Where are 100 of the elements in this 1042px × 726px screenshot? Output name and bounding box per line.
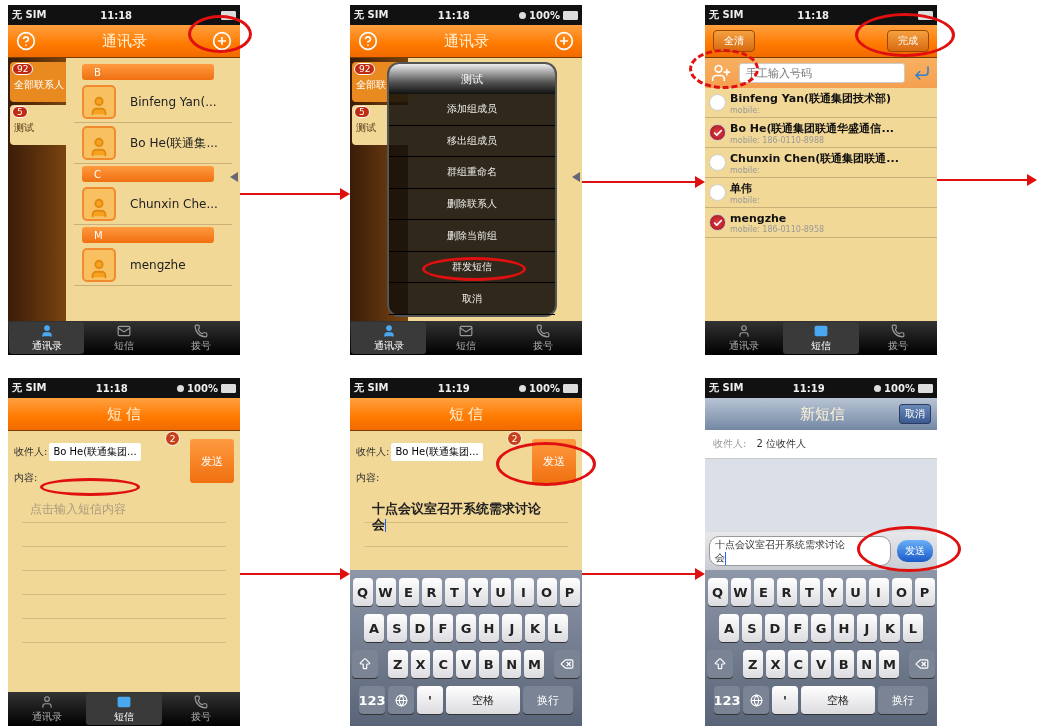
key[interactable]: I bbox=[513, 578, 534, 606]
help-icon[interactable] bbox=[358, 31, 378, 51]
key[interactable]: Q bbox=[707, 578, 728, 606]
key[interactable]: N bbox=[856, 650, 877, 678]
key[interactable]: U bbox=[845, 578, 866, 606]
key[interactable]: R bbox=[421, 578, 442, 606]
return-key[interactable]: 换行 bbox=[878, 686, 928, 714]
space-key[interactable]: 空格 bbox=[446, 686, 520, 714]
menu-item[interactable]: 移出组成员 bbox=[389, 125, 555, 158]
key[interactable]: H bbox=[834, 614, 854, 642]
globe-key[interactable] bbox=[388, 686, 414, 714]
cancel-button[interactable]: 取消 bbox=[899, 404, 931, 424]
contact-row[interactable]: Binfeng Yan(联通集团技术部) mobile: bbox=[705, 88, 937, 118]
key[interactable]: ' bbox=[772, 686, 798, 714]
menu-item[interactable]: 取消 bbox=[389, 283, 555, 316]
key[interactable]: K bbox=[525, 614, 545, 642]
key[interactable]: N bbox=[501, 650, 522, 678]
key[interactable]: J bbox=[502, 614, 522, 642]
key[interactable]: B bbox=[478, 650, 499, 678]
key[interactable]: Z bbox=[387, 650, 408, 678]
key[interactable]: S bbox=[387, 614, 407, 642]
delete-key[interactable] bbox=[909, 650, 935, 678]
menu-item[interactable]: 群发短信 bbox=[389, 251, 555, 284]
message-field[interactable]: 十点会议室召开系统需求讨论会 bbox=[709, 536, 891, 566]
key[interactable]: G bbox=[811, 614, 831, 642]
tab[interactable]: 通讯录 bbox=[351, 322, 427, 354]
key[interactable]: M bbox=[524, 650, 545, 678]
shift-key[interactable] bbox=[707, 650, 733, 678]
delete-key[interactable] bbox=[554, 650, 580, 678]
group-tab[interactable]: 92 全部联系人 bbox=[10, 62, 66, 102]
checkbox[interactable] bbox=[709, 124, 726, 141]
contact-row[interactable]: 单伟 mobile: bbox=[705, 178, 937, 208]
key[interactable]: U bbox=[490, 578, 511, 606]
shift-key[interactable] bbox=[352, 650, 378, 678]
checkbox[interactable] bbox=[709, 94, 726, 111]
key[interactable]: Y bbox=[822, 578, 843, 606]
key[interactable]: R bbox=[776, 578, 797, 606]
key[interactable]: B bbox=[833, 650, 854, 678]
tab[interactable]: 拨号 bbox=[163, 693, 239, 725]
send-button[interactable]: 发送 bbox=[897, 540, 933, 562]
key[interactable]: A bbox=[719, 614, 739, 642]
tab[interactable]: 拨号 bbox=[163, 322, 239, 354]
contact-row[interactable]: Bo He(联通集... bbox=[74, 123, 232, 164]
key[interactable]: Z bbox=[742, 650, 763, 678]
tab[interactable]: 通讯录 bbox=[9, 322, 85, 354]
menu-item[interactable]: 群组重命名 bbox=[389, 157, 555, 189]
key[interactable]: G bbox=[456, 614, 476, 642]
add-icon[interactable] bbox=[212, 31, 232, 51]
numbers-key[interactable]: 123 bbox=[714, 686, 740, 714]
checkbox[interactable] bbox=[709, 214, 726, 231]
checkbox[interactable] bbox=[709, 154, 726, 171]
key[interactable]: A bbox=[364, 614, 384, 642]
contact-row[interactable]: Chunxin Che... bbox=[74, 184, 232, 225]
contact-row[interactable]: Chunxin Chen(联通集团联通... mobile: bbox=[705, 148, 937, 178]
key[interactable]: T bbox=[799, 578, 820, 606]
key[interactable]: K bbox=[880, 614, 900, 642]
key[interactable]: L bbox=[548, 614, 568, 642]
key[interactable]: C bbox=[788, 650, 809, 678]
add-icon[interactable] bbox=[554, 31, 574, 51]
tab[interactable]: 拨号 bbox=[860, 322, 936, 354]
key[interactable]: L bbox=[903, 614, 923, 642]
contact-row[interactable]: Bo He(联通集团联通华盛通信... mobile: 186-0110-8988 bbox=[705, 118, 937, 148]
key[interactable]: D bbox=[410, 614, 430, 642]
checkbox[interactable] bbox=[709, 184, 726, 201]
key[interactable]: P bbox=[914, 578, 935, 606]
number-input-field[interactable]: 手工输入号码 bbox=[739, 63, 905, 83]
key[interactable]: O bbox=[536, 578, 557, 606]
group-tab[interactable]: 5 测试 bbox=[10, 105, 66, 145]
key[interactable]: W bbox=[375, 578, 396, 606]
tab[interactable]: 短信 bbox=[783, 322, 859, 354]
key[interactable]: F bbox=[433, 614, 453, 642]
triangle-icon[interactable] bbox=[572, 172, 580, 182]
key[interactable]: I bbox=[868, 578, 889, 606]
key[interactable]: V bbox=[456, 650, 476, 678]
menu-item[interactable]: 删除联系人 bbox=[389, 188, 555, 221]
key[interactable]: M bbox=[879, 650, 900, 678]
key[interactable]: O bbox=[891, 578, 912, 606]
recipient-field[interactable]: Bo He(联通集团... bbox=[391, 443, 483, 461]
key[interactable]: X bbox=[410, 650, 431, 678]
key[interactable]: P bbox=[559, 578, 580, 606]
help-icon[interactable] bbox=[16, 31, 36, 51]
menu-item[interactable]: 添加组成员 bbox=[389, 94, 555, 126]
menu-item[interactable]: 删除当前组 bbox=[389, 220, 555, 252]
key[interactable]: X bbox=[765, 650, 786, 678]
contact-row[interactable]: mengzhe bbox=[74, 245, 232, 286]
key[interactable]: E bbox=[398, 578, 419, 606]
key[interactable]: V bbox=[811, 650, 831, 678]
tab[interactable]: 通讯录 bbox=[706, 322, 782, 354]
key[interactable]: C bbox=[433, 650, 454, 678]
contact-row[interactable]: mengzhe mobile: 186-0110-8958 bbox=[705, 208, 937, 238]
key[interactable]: Q bbox=[352, 578, 373, 606]
tab[interactable]: 短信 bbox=[86, 693, 162, 725]
key[interactable]: Y bbox=[467, 578, 488, 606]
triangle-icon[interactable] bbox=[230, 172, 238, 182]
return-key[interactable]: 换行 bbox=[523, 686, 573, 714]
key[interactable]: S bbox=[742, 614, 762, 642]
key[interactable]: W bbox=[730, 578, 751, 606]
tab[interactable]: 通讯录 bbox=[9, 693, 85, 725]
key[interactable]: D bbox=[765, 614, 785, 642]
space-key[interactable]: 空格 bbox=[801, 686, 875, 714]
